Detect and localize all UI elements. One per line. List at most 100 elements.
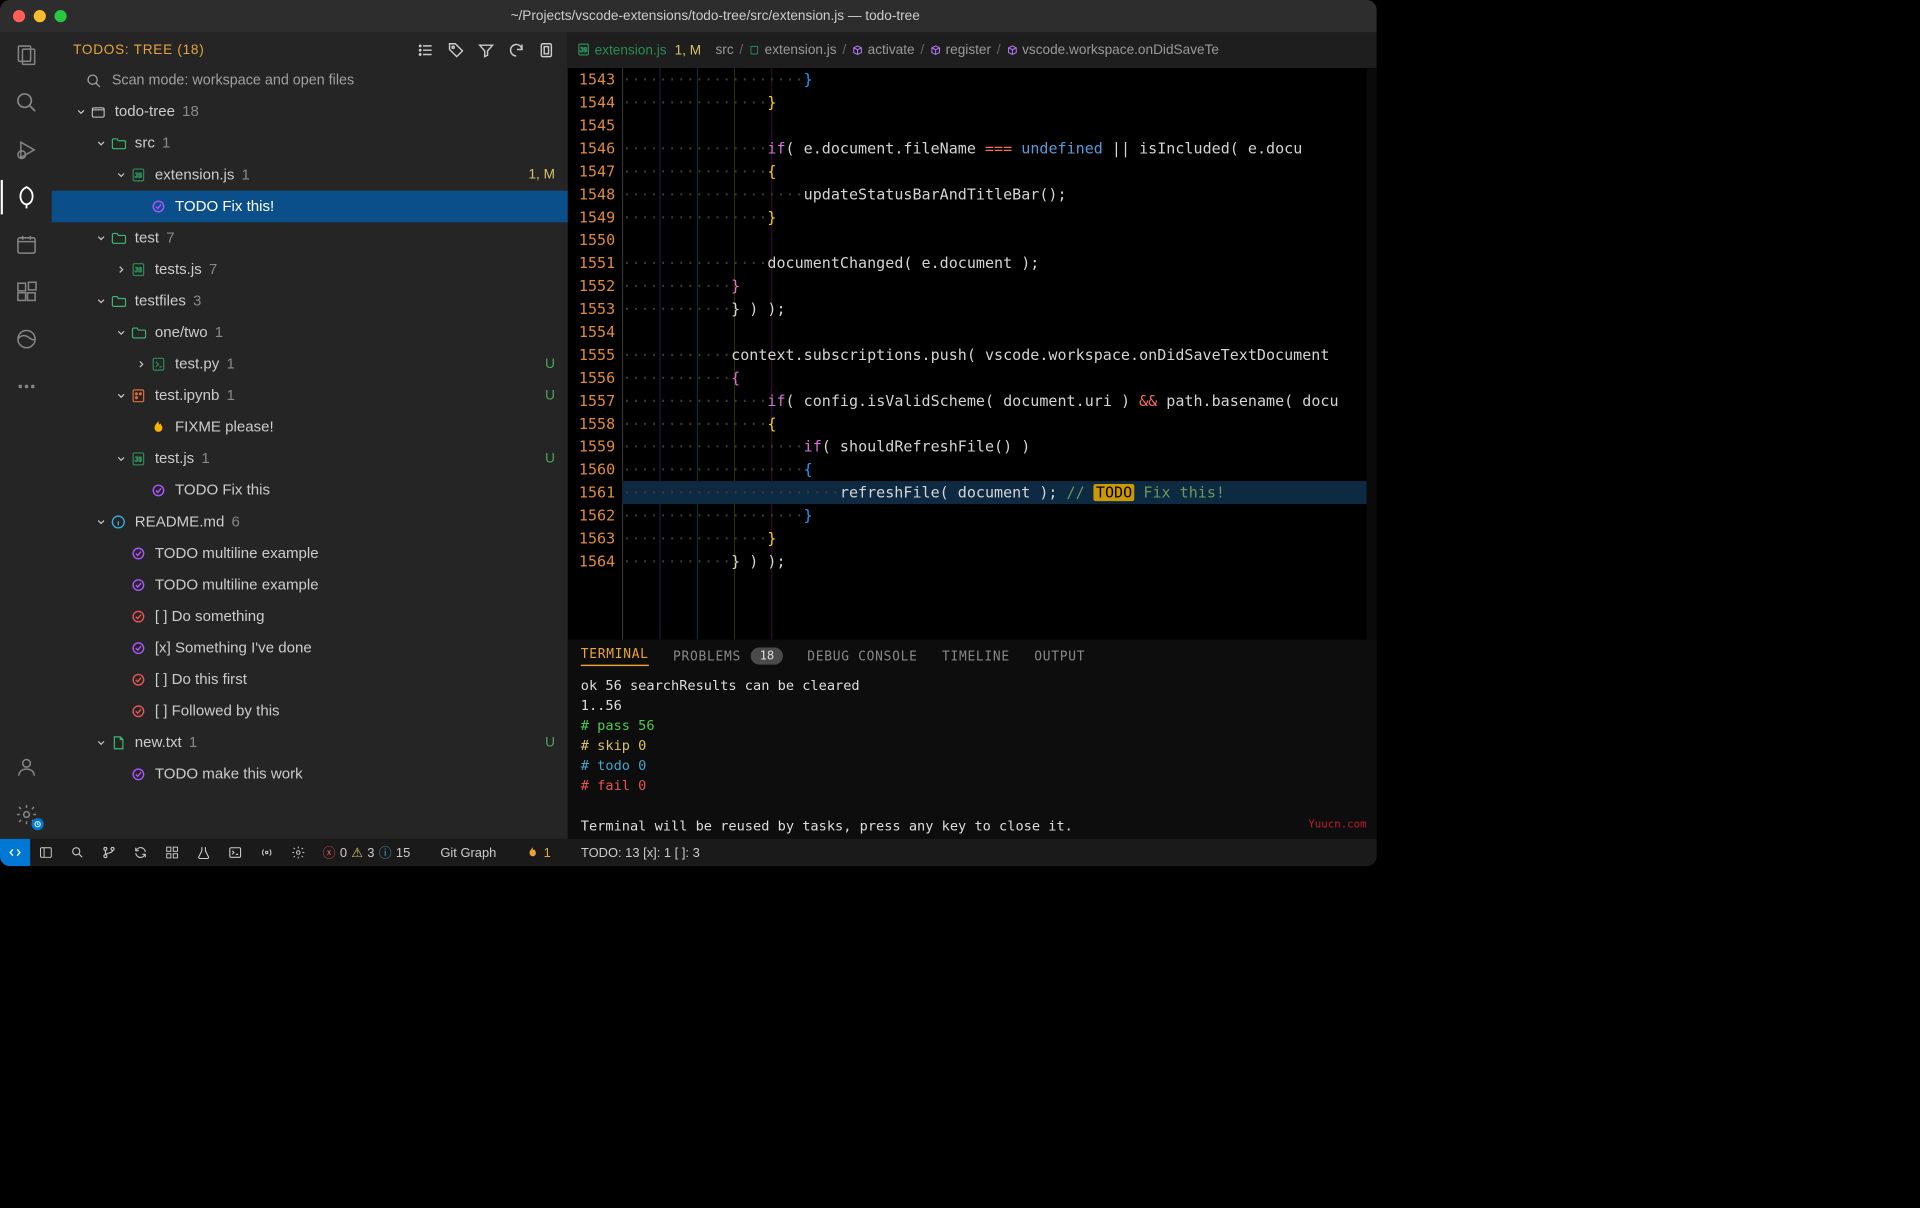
- minimap[interactable]: [1367, 68, 1377, 639]
- tree-row[interactable]: TODO multiline example: [52, 569, 568, 601]
- code-line[interactable]: ············} ) );: [622, 298, 1366, 321]
- tree-row[interactable]: JStest.js1U: [52, 443, 568, 475]
- sb-layout-icon[interactable]: [30, 839, 62, 866]
- breadcrumb-item[interactable]: activate: [852, 42, 915, 58]
- tree-row[interactable]: todo-tree18: [52, 96, 568, 128]
- scan-mode-row[interactable]: Scan mode: workspace and open files: [52, 68, 568, 96]
- code-line[interactable]: ················documentChanged( e.docum…: [622, 252, 1366, 275]
- tree-row[interactable]: [x] Something I've done: [52, 632, 568, 664]
- twisty-icon[interactable]: [133, 359, 149, 370]
- export-icon[interactable]: [538, 42, 555, 59]
- tree-row[interactable]: TODO Fix this: [52, 475, 568, 507]
- extensions-icon[interactable]: [14, 279, 40, 305]
- breadcrumb-item[interactable]: src: [715, 42, 733, 58]
- breadcrumb-item[interactable]: vscode.workspace.onDidSaveTe: [1006, 42, 1219, 58]
- panel-tab-terminal[interactable]: TERMINAL: [581, 646, 649, 665]
- panel-tab-timeline[interactable]: TIMELINE: [942, 649, 1010, 664]
- close-window-icon[interactable]: [13, 10, 25, 22]
- code-line[interactable]: ················if( e.document.fileName …: [622, 137, 1366, 160]
- tree-row[interactable]: one/two1: [52, 317, 568, 349]
- sb-beaker-icon[interactable]: [188, 839, 220, 866]
- tree-row[interactable]: [ ] Do this first: [52, 664, 568, 696]
- code-line[interactable]: [622, 320, 1366, 343]
- panel-tab-debug-console[interactable]: DEBUG CONSOLE: [807, 649, 917, 664]
- tree-row[interactable]: test7: [52, 222, 568, 254]
- tree-row[interactable]: testfiles3: [52, 285, 568, 317]
- tree-view[interactable]: todo-tree18src1JSextension.js11, MTODO F…: [52, 96, 568, 839]
- code-line[interactable]: ················}: [622, 206, 1366, 229]
- code-line[interactable]: ············{: [622, 366, 1366, 389]
- todo-tree-icon[interactable]: [14, 184, 40, 210]
- more-icon[interactable]: [14, 374, 40, 400]
- tree-row[interactable]: TODO multiline example: [52, 538, 568, 570]
- code-line[interactable]: ····················}: [622, 68, 1366, 91]
- panel-tab-output[interactable]: OUTPUT: [1034, 649, 1085, 664]
- code-line[interactable]: ····················}: [622, 504, 1366, 527]
- tab-active[interactable]: JS extension.js 1, M: [576, 42, 701, 58]
- git-graph-button[interactable]: Git Graph: [432, 839, 505, 866]
- search-icon[interactable]: [14, 90, 40, 116]
- breadcrumb-item[interactable]: extension.js: [749, 42, 837, 58]
- sb-sync-icon[interactable]: [125, 839, 157, 866]
- code-line[interactable]: ····················if( shouldRefreshFil…: [622, 435, 1366, 458]
- sb-terminal-icon[interactable]: [219, 839, 251, 866]
- problems-indicator[interactable]: ⓧ0 ⚠3 ⓘ15: [314, 839, 419, 866]
- breadcrumb[interactable]: src/extension.js/activate/register/vscod…: [715, 42, 1219, 58]
- code-line[interactable]: ············}: [622, 275, 1366, 298]
- tree-row[interactable]: FIXME please!: [52, 412, 568, 444]
- tag-icon[interactable]: [447, 42, 464, 59]
- refresh-icon[interactable]: [508, 42, 525, 59]
- code-line[interactable]: ························refreshFile( doc…: [622, 481, 1366, 504]
- flame-indicator[interactable]: 1: [518, 839, 560, 866]
- globe-icon[interactable]: [14, 326, 40, 352]
- tree-row[interactable]: README.md6: [52, 506, 568, 538]
- twisty-icon[interactable]: [113, 264, 129, 275]
- twisty-icon[interactable]: [93, 737, 109, 748]
- tree-row[interactable]: JStests.js7: [52, 254, 568, 286]
- twisty-icon[interactable]: [93, 232, 109, 243]
- twisty-icon[interactable]: [93, 295, 109, 306]
- code-line[interactable]: ····················updateStatusBarAndTi…: [622, 183, 1366, 206]
- sb-branch-icon[interactable]: [93, 839, 125, 866]
- twisty-icon[interactable]: [113, 327, 129, 338]
- tree-row[interactable]: [ ] Followed by this: [52, 695, 568, 727]
- code-line[interactable]: [622, 229, 1366, 252]
- tree-row[interactable]: src1: [52, 128, 568, 160]
- code-line[interactable]: [622, 114, 1366, 137]
- remote-button[interactable]: [0, 839, 30, 866]
- tree-row[interactable]: new.txt1U: [52, 727, 568, 759]
- code-line[interactable]: ················if( config.isValidScheme…: [622, 389, 1366, 412]
- sb-gear-icon[interactable]: [282, 839, 314, 866]
- code-line[interactable]: ················}: [622, 527, 1366, 550]
- code-line[interactable]: ················}: [622, 91, 1366, 114]
- twisty-icon[interactable]: [113, 390, 129, 401]
- code-line[interactable]: ················{: [622, 412, 1366, 435]
- sb-grid-icon[interactable]: [156, 839, 188, 866]
- twisty-icon[interactable]: [73, 106, 89, 117]
- filter-icon[interactable]: [478, 42, 495, 59]
- code-line[interactable]: ············} ) );: [622, 550, 1366, 573]
- code-line[interactable]: ····················{: [622, 458, 1366, 481]
- tree-row[interactable]: TODO Fix this!: [52, 191, 568, 223]
- breadcrumb-item[interactable]: register: [930, 42, 991, 58]
- twisty-icon[interactable]: [113, 453, 129, 464]
- account-icon[interactable]: [14, 754, 40, 780]
- todo-counter[interactable]: TODO: 13 [x]: 1 [ ]: 3: [572, 839, 708, 866]
- twisty-icon[interactable]: [113, 169, 129, 180]
- settings-icon[interactable]: [14, 802, 40, 828]
- code-content[interactable]: ····················}················}··…: [622, 68, 1366, 639]
- tree-row[interactable]: test.py1U: [52, 348, 568, 380]
- tree-row[interactable]: [ ] Do something: [52, 601, 568, 633]
- code-line[interactable]: ············context.subscriptions.push( …: [622, 343, 1366, 366]
- tree-row[interactable]: TODO make this work: [52, 759, 568, 791]
- tree-row[interactable]: test.ipynb1U: [52, 380, 568, 412]
- minimize-window-icon[interactable]: [34, 10, 46, 22]
- code-line[interactable]: ················{: [622, 160, 1366, 183]
- sb-broadcast-icon[interactable]: [251, 839, 283, 866]
- list-icon[interactable]: [417, 42, 434, 59]
- calendar-icon[interactable]: [14, 232, 40, 258]
- tree-row[interactable]: JSextension.js11, M: [52, 159, 568, 191]
- terminal-output[interactable]: ok 56 searchResults can be cleared1..56#…: [568, 673, 1377, 839]
- maximize-window-icon[interactable]: [54, 10, 66, 22]
- explorer-icon[interactable]: [14, 42, 40, 68]
